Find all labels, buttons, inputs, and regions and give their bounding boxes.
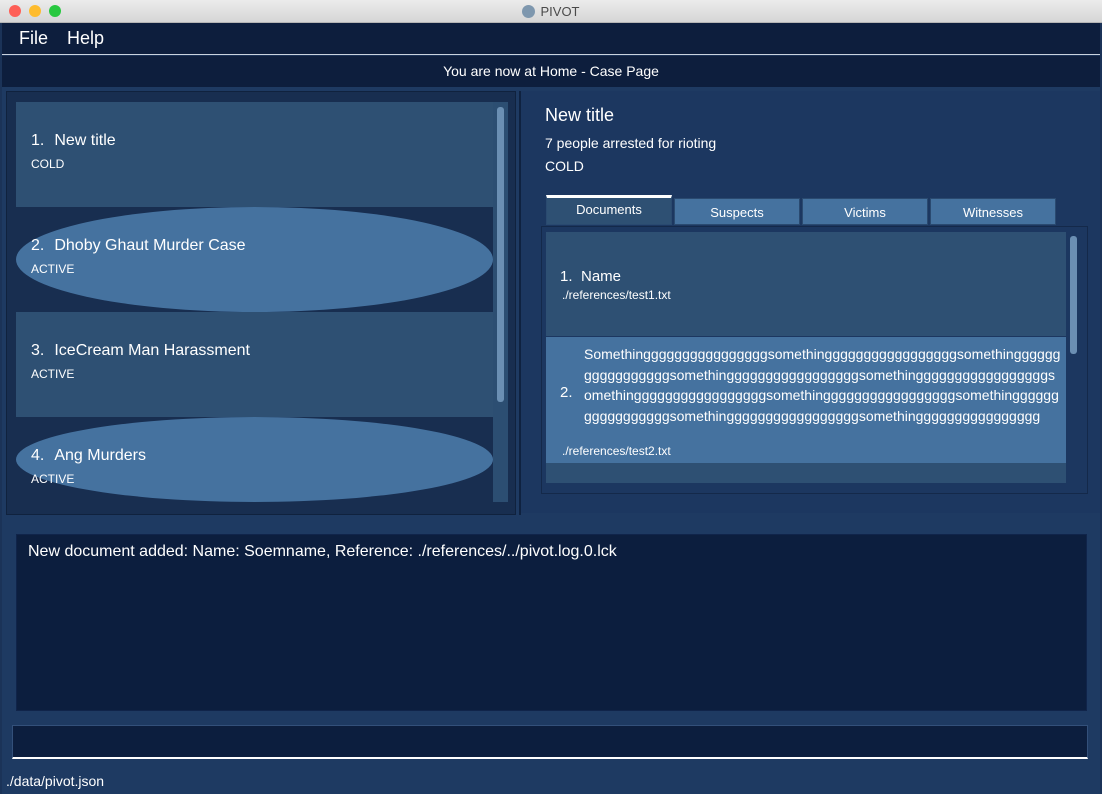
case-status: ACTIVE xyxy=(31,262,75,276)
document-card[interactable]: 2. Somethinggggggggggggggggsomethinggggg… xyxy=(546,337,1066,463)
document-index: 2. xyxy=(560,384,573,401)
case-list-scroll-thumb[interactable] xyxy=(497,107,504,402)
case-index: 4. xyxy=(31,447,45,464)
case-status: ACTIVE xyxy=(31,472,75,486)
document-index: 1. xyxy=(560,268,573,285)
case-title: Ang Murders xyxy=(54,447,146,464)
tab-suspects[interactable]: Suspects xyxy=(674,198,800,225)
case-title: Dhoby Ghaut Murder Case xyxy=(54,237,246,254)
window-title: PIVOT xyxy=(0,4,1102,19)
document-name: Somethinggggggggggggggggsomethingggggggg… xyxy=(584,346,1061,424)
status-bar-file-path: ./data/pivot.json xyxy=(6,773,105,789)
case-card[interactable]: 2. Dhoby Ghaut Murder Case ACTIVE xyxy=(16,207,493,312)
case-status: ACTIVE xyxy=(31,367,75,381)
case-card-title: 4. Ang Murders xyxy=(31,447,146,465)
case-card-title: 2. Dhoby Ghaut Murder Case xyxy=(31,237,246,255)
tab-documents[interactable]: Documents xyxy=(546,195,672,225)
case-card[interactable]: 3. IceCream Man Harassment ACTIVE xyxy=(16,312,493,417)
documents-scrollbar[interactable] xyxy=(1066,232,1081,483)
document-reference: ./references/test1.txt xyxy=(562,288,671,302)
case-index: 1. xyxy=(31,132,45,149)
case-card[interactable]: 4. Ang Murders ACTIVE xyxy=(16,417,493,502)
detail-description: 7 people arrested for rioting xyxy=(545,135,717,151)
result-message: New document added: Name: Soemname, Refe… xyxy=(28,543,617,560)
case-status: COLD xyxy=(31,157,65,171)
case-title: IceCream Man Harassment xyxy=(54,342,250,359)
detail-title: New title xyxy=(545,105,615,125)
window-title-text: PIVOT xyxy=(540,4,580,19)
case-card-title: 1. New title xyxy=(31,132,116,150)
menu-bar: File Help xyxy=(2,23,1100,55)
document-card[interactable]: 1. Name ./references/test1.txt xyxy=(546,232,1066,336)
case-card-title: 3. IceCream Man Harassment xyxy=(31,342,250,360)
document-reference: ./references/test2.txt xyxy=(562,444,671,458)
location-bar: You are now at Home - Case Page xyxy=(2,56,1100,87)
menu-help[interactable]: Help xyxy=(67,28,104,49)
document-card[interactable] xyxy=(546,463,1066,483)
command-input[interactable] xyxy=(12,725,1088,759)
case-index: 2. xyxy=(31,237,45,254)
case-title: New title xyxy=(54,132,116,149)
tab-victims[interactable]: Victims xyxy=(802,198,928,225)
case-list-scrollbar[interactable] xyxy=(493,102,508,502)
case-card[interactable]: 1. New title COLD xyxy=(16,102,493,207)
window-titlebar: PIVOT xyxy=(0,0,1102,23)
result-display: New document added: Name: Soemname, Refe… xyxy=(16,534,1087,711)
case-index: 3. xyxy=(31,342,45,359)
documents-scroll-thumb[interactable] xyxy=(1070,236,1077,354)
app-icon xyxy=(522,5,536,18)
status-bar: ./data/pivot.json xyxy=(2,766,1100,794)
tab-witnesses[interactable]: Witnesses xyxy=(930,198,1056,225)
document-name: Name xyxy=(581,268,622,285)
menu-file[interactable]: File xyxy=(19,28,48,49)
detail-status: COLD xyxy=(545,158,584,174)
